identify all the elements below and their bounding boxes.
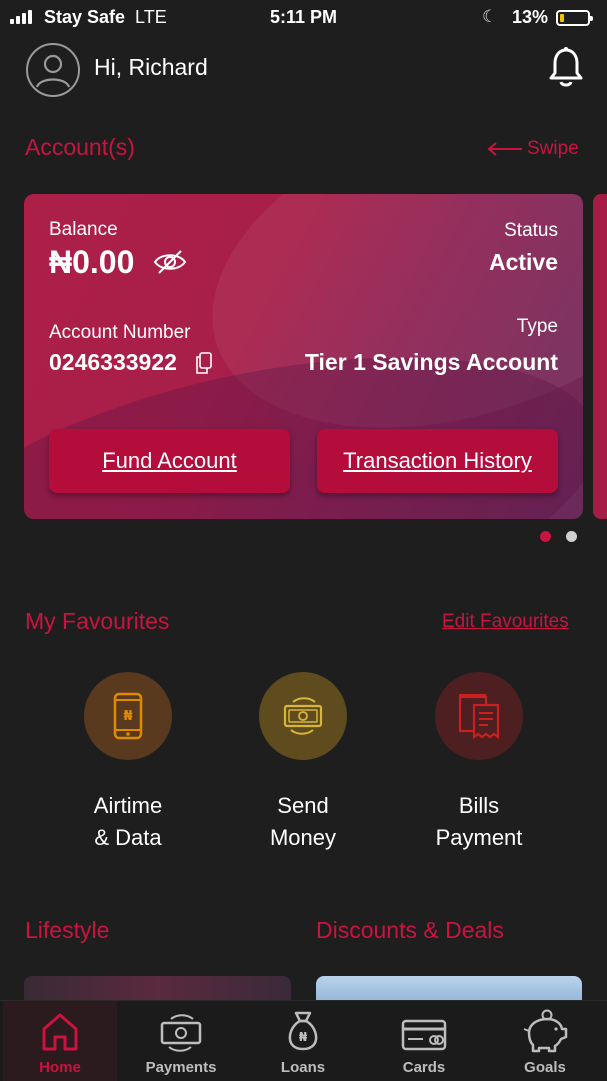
type-value: Tier 1 Savings Account (304, 349, 558, 375)
nav-loans[interactable]: ₦ Loans (246, 1001, 360, 1081)
favourite-label: Payment (435, 825, 523, 850)
balance-value: ₦0.00 (49, 244, 135, 280)
edit-favourites-link[interactable]: Edit Favourites (442, 611, 569, 633)
avatar[interactable] (26, 43, 80, 97)
balance-label: Balance (49, 219, 118, 240)
fund-account-button[interactable]: Fund Account (49, 429, 290, 493)
nav-cards[interactable]: Cards (367, 1001, 481, 1081)
swipe-label: Swipe (527, 138, 579, 159)
home-icon (3, 1001, 117, 1053)
status-label: Status (504, 220, 558, 241)
swipe-hint[interactable]: Swipe (487, 138, 579, 160)
nav-label: Cards (402, 1059, 446, 1076)
account-number-value: 0246333922 (49, 349, 177, 375)
svg-text:₦: ₦ (299, 1030, 308, 1044)
nav-label: Loans (280, 1059, 326, 1076)
eye-off-icon[interactable] (153, 249, 187, 280)
battery-icon (556, 10, 593, 26)
card-icon (367, 1001, 481, 1053)
favourite-airtime-data[interactable]: ₦ Airtime & Data (58, 672, 198, 854)
do-not-disturb-icon: ☾ (482, 7, 498, 26)
lifestyle-title: Lifestyle (25, 917, 110, 943)
status-value: Active (488, 249, 558, 275)
type-label: Type (516, 316, 558, 337)
discounts-title: Discounts & Deals (316, 917, 504, 943)
user-icon (35, 54, 71, 88)
nav-payments[interactable]: Payments (124, 1001, 238, 1081)
favourite-label: & Data (94, 825, 162, 850)
money-bag-icon: ₦ (246, 1001, 360, 1053)
favourites-title: My Favourites (25, 608, 170, 634)
page-dot-1[interactable] (540, 531, 551, 542)
nav-home[interactable]: Home (3, 1001, 117, 1081)
bottom-nav: Home Payments ₦ Loans Cards Goals (0, 1000, 607, 1081)
nav-goals[interactable]: Goals (488, 1001, 602, 1081)
nav-label: Home (39, 1059, 81, 1076)
payments-icon (124, 1001, 238, 1053)
piggy-bank-icon (488, 1001, 602, 1053)
favourite-send-money[interactable]: Send Money (233, 672, 373, 854)
account-card[interactable]: Balance ₦0.00 Status Active Account Numb… (24, 194, 583, 519)
copy-icon[interactable] (196, 352, 212, 379)
favourite-label: Airtime (93, 793, 163, 818)
greeting: Hi, Richard (94, 54, 208, 80)
svg-text:₦: ₦ (123, 709, 132, 724)
arrow-left-icon (487, 142, 522, 156)
nav-label: Goals (524, 1059, 566, 1076)
money-transfer-icon (259, 672, 347, 760)
transaction-history-button[interactable]: Transaction History (317, 429, 558, 493)
battery-percent: 13% (512, 7, 549, 27)
accounts-title: Account(s) (25, 134, 135, 160)
next-account-card[interactable] (593, 194, 607, 519)
phone-naira-icon: ₦ (84, 672, 172, 760)
status-bar: Stay Safe LTE 5:11 PM ☾ 13% (0, 0, 607, 34)
favourite-bills-payment[interactable]: Bills Payment (409, 672, 549, 854)
favourite-label: Send (277, 793, 329, 818)
page-dot-2[interactable] (566, 531, 577, 542)
favourite-label: Money (269, 825, 337, 850)
nav-label: Payments (145, 1059, 217, 1076)
favourite-label: Bills (458, 793, 500, 818)
bill-receipt-icon (435, 672, 523, 760)
bell-icon[interactable] (548, 46, 584, 93)
account-number-label: Account Number (49, 322, 191, 343)
